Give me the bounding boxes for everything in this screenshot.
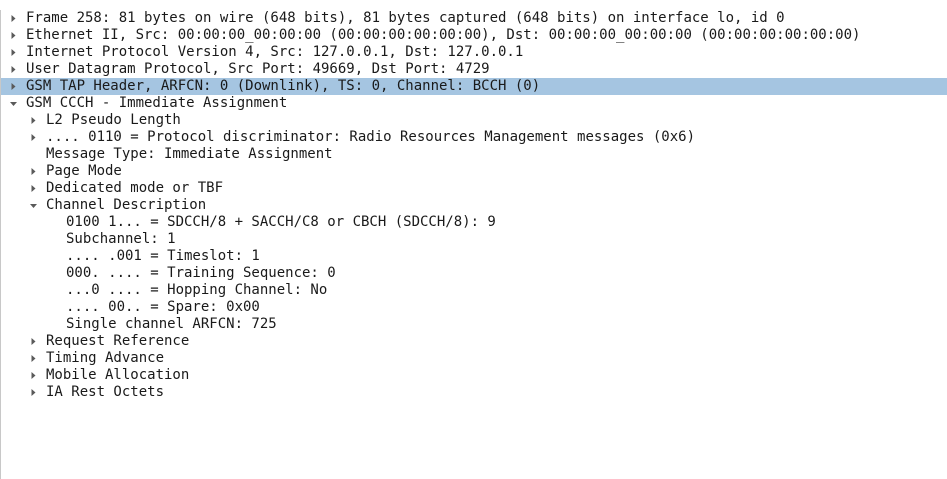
tree-row-label: ...0 .... = Hopping Channel: No bbox=[66, 282, 328, 298]
tree-row-label: User Datagram Protocol, Src Port: 49669,… bbox=[26, 61, 490, 77]
chevron-right-icon[interactable] bbox=[29, 384, 39, 401]
chevron-right-icon[interactable] bbox=[29, 180, 39, 197]
chevron-right-icon[interactable] bbox=[9, 44, 19, 61]
tree-row-label: L2 Pseudo Length bbox=[46, 112, 181, 128]
tree-row-label: Internet Protocol Version 4, Src: 127.0.… bbox=[26, 44, 524, 60]
tree-row-label: .... .001 = Timeslot: 1 bbox=[66, 248, 260, 264]
tree-row-label: GSM TAP Header, ARFCN: 0 (Downlink), TS:… bbox=[26, 78, 541, 94]
tree-row-label: Timing Advance bbox=[46, 350, 165, 366]
chevron-right-icon[interactable] bbox=[29, 163, 39, 180]
chevron-right-icon[interactable] bbox=[29, 367, 39, 384]
chevron-down-icon[interactable] bbox=[9, 95, 19, 112]
tree-row-label: IA Rest Octets bbox=[46, 384, 165, 400]
tree-row-label: GSM CCCH - Immediate Assignment bbox=[26, 95, 288, 111]
chevron-right-icon[interactable] bbox=[29, 350, 39, 367]
tree-row-l2-pseudo-length[interactable]: L2 Pseudo Length bbox=[1, 112, 947, 129]
chevron-right-icon[interactable] bbox=[29, 333, 39, 350]
tree-row-label: .... 0110 = Protocol discriminator: Radi… bbox=[46, 129, 696, 145]
tree-row-label: Ethernet II, Src: 00:00:00_00:00:00 (00:… bbox=[26, 27, 861, 43]
tree-row-label: .... 00.. = Spare: 0x00 bbox=[66, 299, 260, 315]
chevron-right-icon[interactable] bbox=[9, 78, 19, 95]
tree-row-ia-rest-octets[interactable]: IA Rest Octets bbox=[1, 384, 947, 401]
tree-row-channel-type[interactable]: 0100 1... = SDCCH/8 + SACCH/C8 or CBCH (… bbox=[1, 214, 947, 231]
tree-row-label: Request Reference bbox=[46, 333, 190, 349]
tree-row-training-sequence[interactable]: 000. .... = Training Sequence: 0 bbox=[1, 265, 947, 282]
chevron-right-icon[interactable] bbox=[29, 112, 39, 129]
tree-row-protocol-discriminator[interactable]: .... 0110 = Protocol discriminator: Radi… bbox=[1, 129, 947, 146]
tree-row-hopping-channel[interactable]: ...0 .... = Hopping Channel: No bbox=[1, 282, 947, 299]
tree-row-mobile-allocation[interactable]: Mobile Allocation bbox=[1, 367, 947, 384]
tree-row-spare[interactable]: .... 00.. = Spare: 0x00 bbox=[1, 299, 947, 316]
packet-details-tree[interactable]: Frame 258: 81 bytes on wire (648 bits), … bbox=[0, 10, 947, 479]
tree-row-timeslot[interactable]: .... .001 = Timeslot: 1 bbox=[1, 248, 947, 265]
chevron-right-icon[interactable] bbox=[29, 129, 39, 146]
tree-row-label: Mobile Allocation bbox=[46, 367, 190, 383]
tree-row-ipv4[interactable]: Internet Protocol Version 4, Src: 127.0.… bbox=[1, 44, 947, 61]
tree-row-label: Frame 258: 81 bytes on wire (648 bits), … bbox=[26, 10, 785, 26]
tree-row-label: 0100 1... = SDCCH/8 + SACCH/C8 or CBCH (… bbox=[66, 214, 496, 230]
tree-row-single-channel-arfcn[interactable]: Single channel ARFCN: 725 bbox=[1, 316, 947, 333]
tree-row-timing-advance[interactable]: Timing Advance bbox=[1, 350, 947, 367]
chevron-right-icon[interactable] bbox=[9, 10, 19, 27]
tree-row-frame[interactable]: Frame 258: 81 bytes on wire (648 bits), … bbox=[1, 10, 947, 27]
tree-row-label: Page Mode bbox=[46, 163, 122, 179]
tree-row-message-type[interactable]: Message Type: Immediate Assignment bbox=[1, 146, 947, 163]
chevron-down-icon[interactable] bbox=[29, 197, 39, 214]
chevron-right-icon[interactable] bbox=[9, 27, 19, 44]
tree-row-label: Message Type: Immediate Assignment bbox=[46, 146, 333, 162]
tree-row-label: Subchannel: 1 bbox=[66, 231, 176, 247]
tree-row-dedicated-mode[interactable]: Dedicated mode or TBF bbox=[1, 180, 947, 197]
tree-row-subchannel[interactable]: Subchannel: 1 bbox=[1, 231, 947, 248]
tree-row-label: Channel Description bbox=[46, 197, 207, 213]
tree-row-channel-description[interactable]: Channel Description bbox=[1, 197, 947, 214]
tree-row-request-reference[interactable]: Request Reference bbox=[1, 333, 947, 350]
tree-row-gsm-ccch[interactable]: GSM CCCH - Immediate Assignment bbox=[1, 95, 947, 112]
tree-row-label: Single channel ARFCN: 725 bbox=[66, 316, 277, 332]
tree-row-gsmtap-header[interactable]: GSM TAP Header, ARFCN: 0 (Downlink), TS:… bbox=[1, 78, 947, 95]
tree-row-label: Dedicated mode or TBF bbox=[46, 180, 224, 196]
tree-row-label: 000. .... = Training Sequence: 0 bbox=[66, 265, 336, 281]
tree-row-ethernet[interactable]: Ethernet II, Src: 00:00:00_00:00:00 (00:… bbox=[1, 27, 947, 44]
tree-row-page-mode[interactable]: Page Mode bbox=[1, 163, 947, 180]
chevron-right-icon[interactable] bbox=[9, 61, 19, 78]
tree-row-udp[interactable]: User Datagram Protocol, Src Port: 49669,… bbox=[1, 61, 947, 78]
